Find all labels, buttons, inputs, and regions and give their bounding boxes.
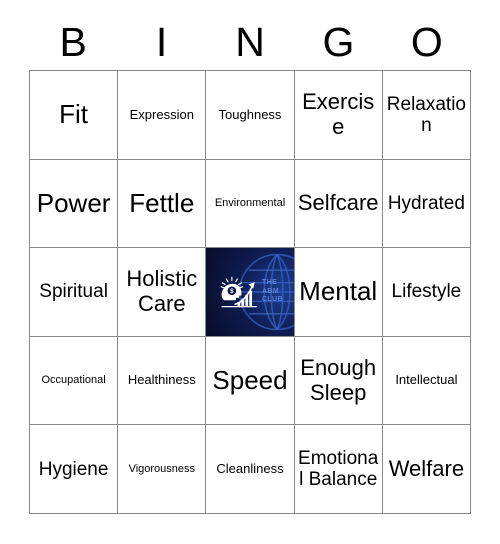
bingo-cell-label: Welfare [388,455,465,481]
head-dollar-growth-icon: $ [220,276,258,308]
bingo-cell-label: Vigorousness [128,463,196,476]
bingo-header-letter-o: O [410,18,443,65]
bingo-cell[interactable]: Fettle [118,159,207,249]
bingo-cell[interactable]: Power [30,159,119,249]
bingo-cell[interactable]: Fit [30,71,119,160]
bingo-cell-label: Mental [299,276,378,307]
bingo-cell-label: Relaxation [386,93,466,136]
bingo-cell[interactable]: Enough Sleep [294,336,383,426]
bingo-cell[interactable]: Mental [294,248,383,337]
bingo-cell-label: Healthiness [127,372,196,388]
bingo-cell[interactable]: Relaxation [382,71,471,160]
bingo-cell[interactable]: Hygiene [30,425,119,514]
bingo-cell-label: Fit [59,99,89,130]
bingo-cell-label: Expression [129,106,194,122]
bingo-header-letter-b: B [59,18,87,65]
bingo-cell[interactable]: Cleanliness [206,425,295,514]
bingo-card: B I N G O Fit Expression Toughness Exercise Rela… [0,0,500,544]
bingo-cell-label: Enough Sleep [300,354,377,405]
bingo-cell-label: Environmental [214,197,286,210]
bingo-header-letter-g: G [322,18,355,65]
bingo-cell-label: Cleanliness [216,460,284,476]
bingo-header-letter-i: I [155,18,168,65]
bingo-header-letter-n: N [235,18,265,65]
bingo-cell-label: Emotional Balance [298,447,379,491]
bingo-cell[interactable]: Toughness [206,71,295,160]
bingo-cell-label: Occupational [41,374,106,387]
bingo-cell-label: Hydrated [387,192,465,214]
logo-content: $ THE ABM CLUB [206,248,293,336]
bingo-cell-label: Intellectual [395,372,458,388]
bingo-cell-label: Speed [212,365,288,396]
bingo-cell[interactable]: Environmental [206,159,295,249]
bingo-cell[interactable]: Speed [206,336,295,426]
bingo-cell[interactable]: Vigorousness [118,425,207,514]
bingo-cell-label: Toughness [218,106,282,122]
bingo-cell[interactable]: Exercise [294,71,383,160]
brand-line: ABM [261,287,280,295]
bingo-cell-label: Exercise [302,89,375,139]
bingo-cell-label: Selfcare [297,190,379,216]
brand-line: CLUB [261,296,284,304]
bingo-header: BINGO [29,14,471,70]
bingo-cell-label: Spiritual [39,281,108,303]
bingo-cell-label: Lifestyle [391,281,462,303]
bingo-cell[interactable]: Lifestyle [382,248,471,337]
bingo-cell-label: Power [36,187,111,218]
bingo-cell[interactable]: Intellectual [382,336,471,426]
bingo-cell-label: Holistic Care [126,266,198,316]
brand-wordmark: THE ABM CLUB [262,279,283,305]
free-space-logo-cell: $ THE ABM CLUB [206,248,295,337]
bingo-cell[interactable]: Expression [118,71,207,160]
bingo-cell[interactable]: Selfcare [294,159,383,249]
bingo-cell[interactable]: Welfare [382,425,471,514]
bingo-cell[interactable]: Healthiness [118,336,207,426]
bingo-cell[interactable]: Hydrated [382,159,471,249]
bingo-cell[interactable]: Emotional Balance [294,425,383,514]
bingo-cell-label: Hygiene [38,458,109,480]
svg-text:$: $ [230,288,234,295]
bingo-cell[interactable]: Holistic Care [118,248,207,337]
bingo-cell[interactable]: Spiritual [30,248,119,337]
brand-line: THE [261,279,278,287]
bingo-cell-label: Fettle [129,187,195,218]
bingo-grid: Fit Expression Toughness Exercise Relaxation… [29,70,471,514]
bingo-cell[interactable]: Occupational [30,336,119,426]
